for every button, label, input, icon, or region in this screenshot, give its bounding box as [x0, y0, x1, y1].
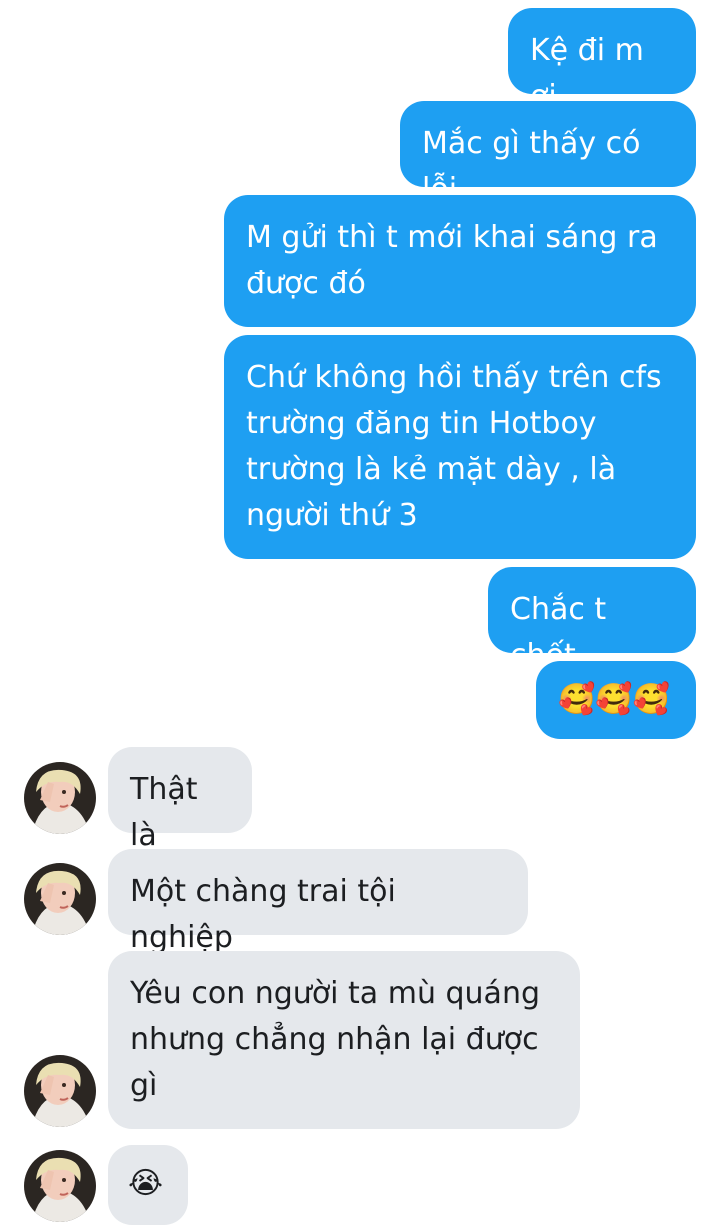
message-text: Một chàng trai tội nghiệp	[130, 874, 396, 955]
received-message[interactable]: Thật là	[108, 747, 252, 853]
contact-avatar-photo	[24, 762, 96, 834]
sent-message[interactable]: 🥰🥰🥰	[536, 661, 696, 739]
avatar[interactable]	[24, 762, 96, 834]
message-text: Thật là	[130, 772, 198, 853]
emoji-message: 😭	[128, 1166, 164, 1201]
message-thread: Kệ đi m ơi Mắc gì thấy có lỗi M gửi thì …	[0, 0, 720, 1225]
avatar[interactable]	[24, 863, 96, 935]
message-text: Chứ không hồi thấy trên cfs trường đăng …	[246, 360, 662, 533]
contact-avatar-photo	[24, 1150, 96, 1222]
received-message[interactable]: Một chàng trai tội nghiệp	[108, 849, 528, 955]
avatar[interactable]	[24, 1150, 96, 1222]
message-text: M gửi thì t mới khai sáng ra được đó	[246, 220, 658, 301]
sent-message[interactable]: Mắc gì thấy có lỗi	[400, 101, 696, 207]
avatar[interactable]	[24, 1055, 96, 1127]
contact-avatar-photo	[24, 863, 96, 935]
sent-message[interactable]: Chứ không hồi thấy trên cfs trường đăng …	[224, 335, 696, 559]
emoji-message: 🥰🥰🥰	[558, 682, 671, 717]
message-text: Yêu con người ta mù quáng nhưng chẳng nh…	[130, 976, 540, 1103]
received-message[interactable]: 😭	[108, 1145, 188, 1225]
received-message[interactable]: Yêu con người ta mù quáng nhưng chẳng nh…	[108, 951, 580, 1129]
sent-message[interactable]: Kệ đi m ơi	[508, 8, 696, 114]
sent-message[interactable]: M gửi thì t mới khai sáng ra được đó	[224, 195, 696, 327]
contact-avatar-photo	[24, 1055, 96, 1127]
sent-message[interactable]: Chắc t chết	[488, 567, 696, 673]
